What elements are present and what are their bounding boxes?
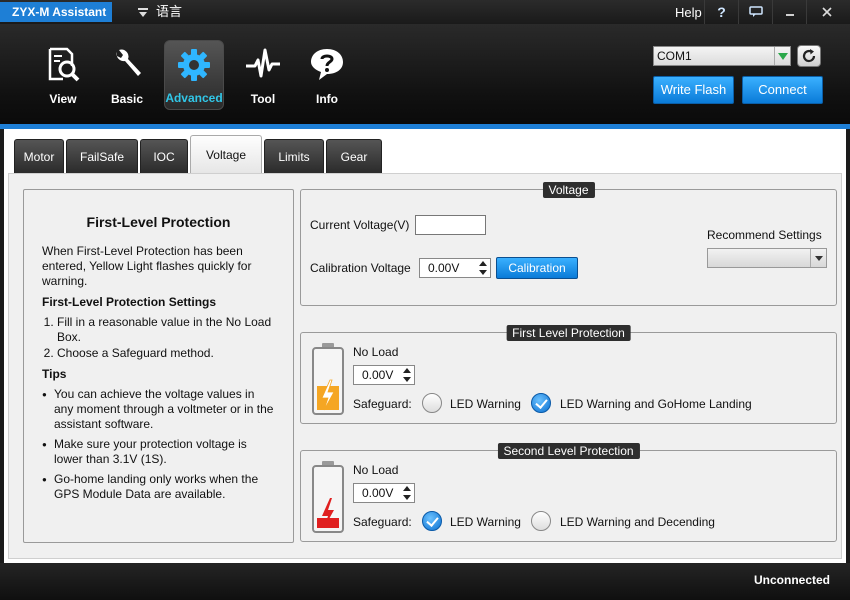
language-label: 语言 [156, 4, 183, 19]
magnifier-document-icon [48, 47, 80, 82]
title-bar: ZYX-M Assistant 语言 Help ? [0, 0, 850, 24]
info-title: First-Level Protection [86, 214, 231, 230]
nav-advanced[interactable]: Advanced [164, 40, 224, 110]
close-icon [821, 7, 832, 17]
second-led-warning-label[interactable]: LED Warning [450, 515, 521, 529]
pulse-wave-icon [246, 48, 280, 78]
nav-info-label: Info [316, 92, 338, 106]
com-port-select[interactable]: COM1 [653, 46, 791, 66]
top-navigation: View Basic Advanced Tool Info COM1 Write… [0, 24, 850, 124]
first-led-gohome-label[interactable]: LED Warning and GoHome Landing [560, 397, 752, 411]
spinner-arrows-icon[interactable] [402, 486, 412, 500]
minimize-button[interactable] [772, 0, 806, 24]
second-led-descending-radio[interactable] [531, 511, 551, 531]
help-button[interactable]: ? [704, 0, 738, 24]
calibration-button[interactable]: Calibration [496, 257, 578, 279]
speech-bubble-question-icon [311, 49, 343, 80]
feedback-button[interactable] [738, 0, 772, 24]
refresh-ports-button[interactable] [797, 45, 821, 67]
second-no-load-label: No Load [353, 463, 399, 477]
question-mark-icon: ? [717, 4, 726, 20]
battery-yellow-icon [312, 343, 344, 415]
first-led-warning-label[interactable]: LED Warning [450, 397, 521, 411]
first-level-title: First Level Protection [506, 325, 631, 341]
tab-gear[interactable]: Gear [326, 139, 382, 173]
tab-failsafe[interactable]: FailSafe [66, 139, 138, 173]
second-safeguard-label: Safeguard: [353, 515, 412, 529]
voltage-group: Voltage Current Voltage(V) Calibration V… [300, 182, 837, 306]
tab-motor[interactable]: Motor [14, 139, 64, 173]
language-menu[interactable]: 语言 [138, 3, 182, 21]
nav-basic[interactable]: Basic [97, 40, 157, 110]
help-label[interactable]: Help [675, 5, 702, 20]
nav-basic-label: Basic [110, 92, 144, 106]
current-voltage-field[interactable] [415, 215, 486, 235]
calibration-voltage-value: 0.00V [428, 261, 460, 275]
chat-bubble-icon [748, 6, 763, 17]
spinner-arrows-icon[interactable] [478, 261, 488, 275]
first-no-load-value: 0.00V [362, 368, 394, 382]
info-settings-steps: Fill in a reasonable value in the No Loa… [42, 315, 275, 361]
second-level-protection-group: Second Level Protection No Load 0.00V Sa… [300, 443, 837, 542]
dropdown-arrow-icon [810, 249, 826, 267]
help-info-panel: First-Level Protection When First-Level … [23, 189, 294, 543]
write-flash-button[interactable]: Write Flash [653, 76, 734, 104]
info-tips-list: You can achieve the voltage values in an… [42, 387, 275, 502]
spinner-arrows-icon[interactable] [402, 368, 412, 382]
wrench-icon [116, 49, 141, 76]
info-settings-heading: First-Level Protection Settings [42, 295, 217, 309]
recommend-settings-select[interactable] [707, 248, 827, 268]
app-title: ZYX-M Assistant [0, 2, 112, 22]
nav-tool-label: Tool [250, 92, 276, 106]
second-led-warning-radio[interactable] [422, 511, 442, 531]
close-button[interactable] [806, 0, 846, 24]
first-led-warning-radio[interactable] [422, 393, 442, 413]
voltage-group-title: Voltage [542, 182, 595, 198]
status-bar: Unconnected [0, 563, 850, 600]
refresh-icon [802, 49, 816, 63]
connection-status: Unconnected [753, 573, 830, 587]
recommend-settings-label: Recommend Settings [707, 228, 822, 242]
first-led-gohome-radio[interactable] [531, 393, 551, 413]
list-item: Go-home landing only works when the GPS … [42, 472, 275, 502]
nav-info[interactable]: Info [297, 40, 357, 110]
info-tips-heading: Tips [42, 367, 67, 381]
main-panel: Motor FailSafe IOC Voltage Limits Gear F… [4, 129, 846, 563]
nav-advanced-label: Advanced [165, 91, 223, 105]
nav-view-label: View [49, 92, 77, 106]
gear-icon [178, 49, 210, 81]
first-no-load-label: No Load [353, 345, 399, 359]
first-level-protection-group: First Level Protection No Load 0.00V Saf… [300, 325, 837, 424]
minimize-icon [785, 14, 794, 16]
list-item: Choose a Safeguard method. [57, 346, 275, 361]
second-led-descending-label[interactable]: LED Warning and Decending [560, 515, 715, 529]
info-intro: When First-Level Protection has been ent… [42, 244, 252, 288]
battery-red-icon [312, 461, 344, 533]
second-no-load-value: 0.00V [362, 486, 394, 500]
voltage-tab-content: First-Level Protection When First-Level … [8, 173, 842, 559]
list-item: Make sure your protection voltage is low… [42, 437, 275, 467]
calibration-voltage-stepper[interactable]: 0.00V [419, 258, 491, 278]
dropdown-arrow-icon [138, 7, 148, 17]
current-voltage-label: Current Voltage(V) [310, 218, 410, 232]
nav-view[interactable]: View [33, 40, 93, 110]
second-no-load-stepper[interactable]: 0.00V [353, 483, 415, 503]
first-no-load-stepper[interactable]: 0.00V [353, 365, 415, 385]
first-safeguard-label: Safeguard: [353, 397, 412, 411]
tab-voltage[interactable]: Voltage [190, 135, 262, 173]
tab-limits[interactable]: Limits [264, 139, 324, 173]
com-port-value: COM1 [657, 49, 692, 63]
tab-ioc[interactable]: IOC [140, 139, 188, 173]
second-level-title: Second Level Protection [497, 443, 640, 459]
list-item: You can achieve the voltage values in an… [42, 387, 275, 432]
calibration-voltage-label: Calibration Voltage [310, 261, 411, 275]
nav-tool[interactable]: Tool [233, 40, 293, 110]
list-item: Fill in a reasonable value in the No Loa… [57, 315, 275, 345]
connect-button[interactable]: Connect [742, 76, 823, 104]
dropdown-arrow-icon [774, 47, 790, 65]
